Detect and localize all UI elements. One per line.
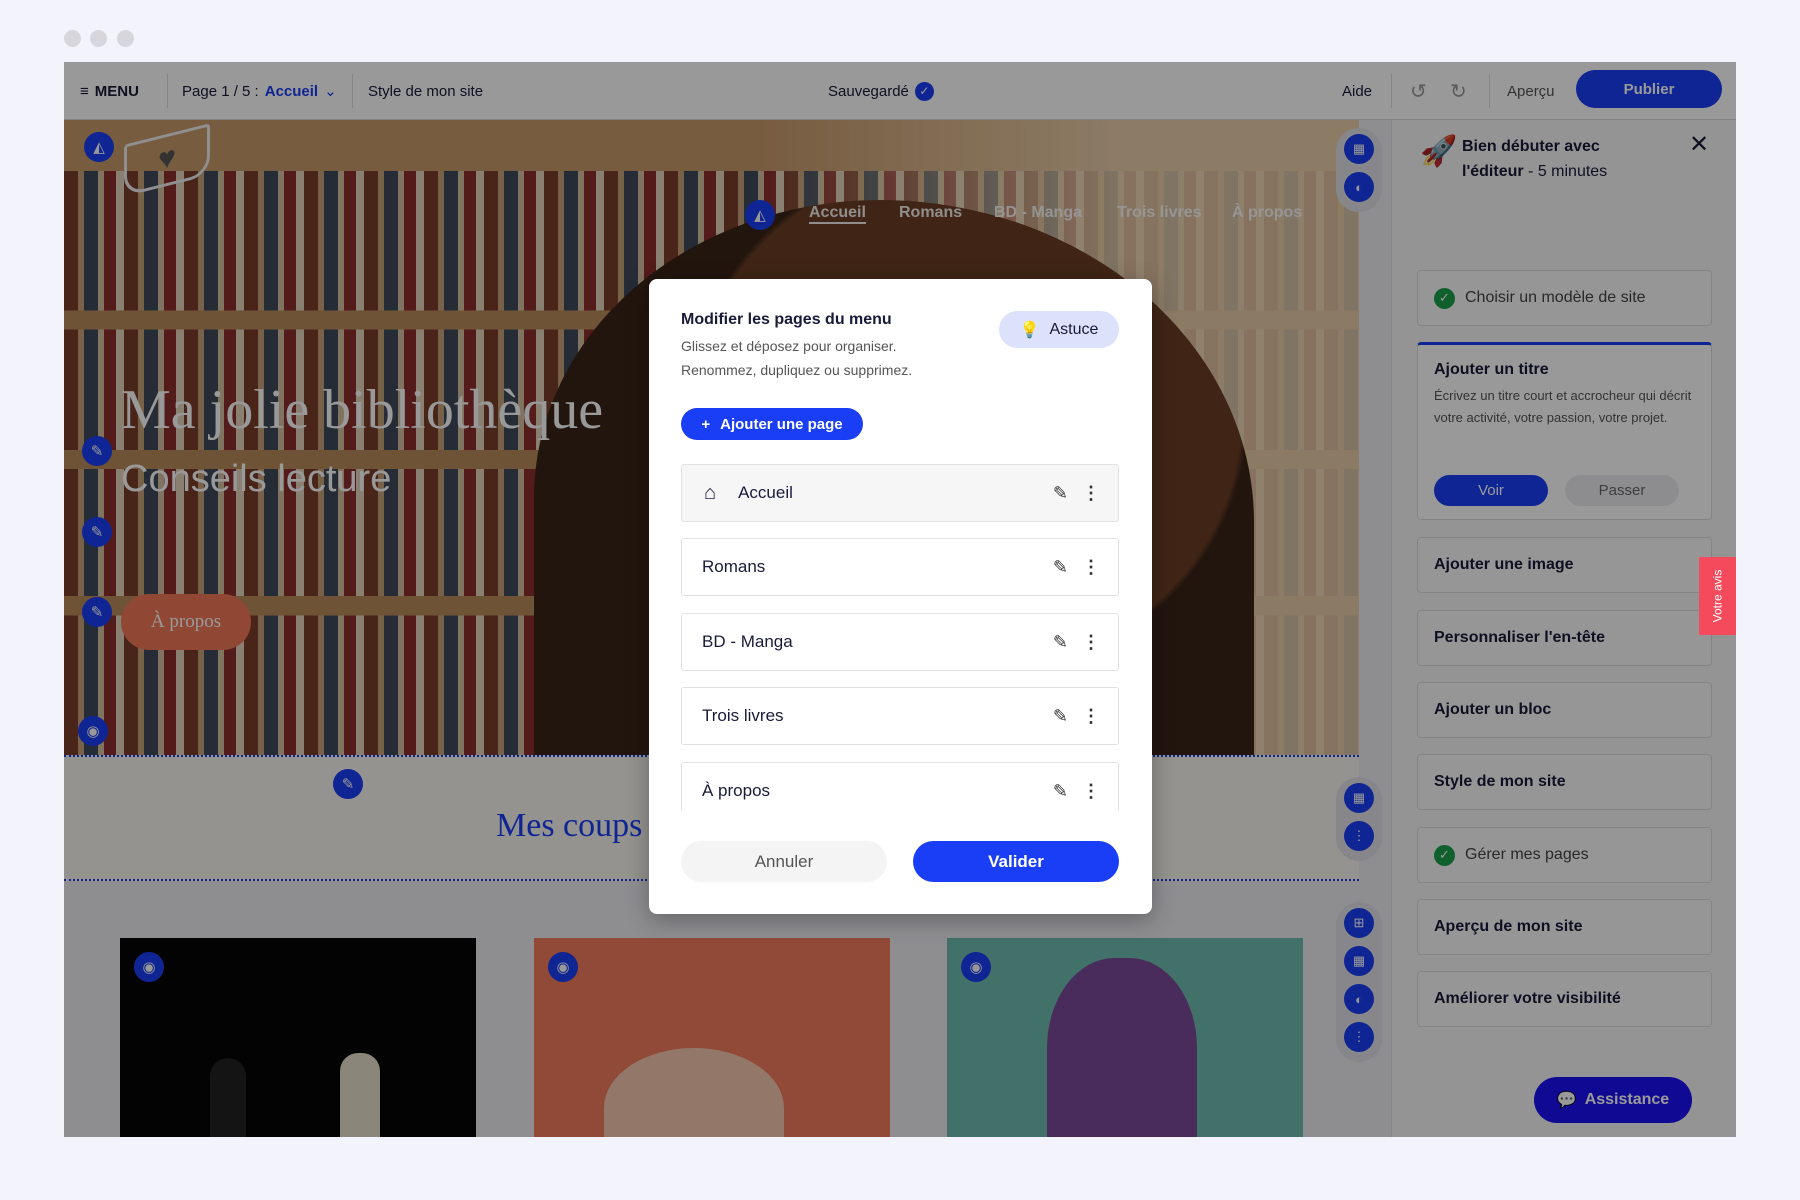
tip-button[interactable]: 💡 Astuce: [999, 311, 1119, 348]
window-dot: [117, 30, 134, 47]
more-icon[interactable]: ⋮: [1082, 706, 1100, 727]
page-row[interactable]: ⌂ Accueil ✎ ⋮: [681, 464, 1119, 522]
cancel-button[interactable]: Annuler: [681, 841, 887, 882]
more-icon[interactable]: ⋮: [1082, 557, 1100, 578]
plus-icon: +: [701, 415, 711, 433]
dialog-title: Modifier les pages du menu: [681, 311, 892, 328]
more-icon[interactable]: ⋮: [1082, 781, 1100, 802]
more-icon[interactable]: ⋮: [1082, 632, 1100, 653]
dialog-description: Renommez, dupliquez ou supprimez.: [681, 362, 913, 378]
pencil-icon[interactable]: ✎: [1053, 632, 1068, 653]
add-page-button[interactable]: + Ajouter une page: [681, 408, 863, 440]
dialog-description: Glissez et déposez pour organiser.: [681, 338, 897, 354]
page-row[interactable]: BD - Manga ✎ ⋮: [681, 613, 1119, 671]
pencil-icon[interactable]: ✎: [1053, 781, 1068, 802]
page-row[interactable]: Trois livres ✎ ⋮: [681, 687, 1119, 745]
pencil-icon[interactable]: ✎: [1053, 483, 1068, 504]
page-list: ⌂ Accueil ✎ ⋮ Romans ✎ ⋮ BD - Manga ✎ ⋮ Trois l…: [649, 464, 1152, 810]
confirm-button[interactable]: Valider: [913, 841, 1119, 882]
edit-menu-pages-dialog: Modifier les pages du menu Glissez et dé…: [649, 279, 1152, 914]
window-dot: [64, 30, 81, 47]
pencil-icon[interactable]: ✎: [1053, 557, 1068, 578]
feedback-tab[interactable]: Votre avis: [1699, 557, 1736, 635]
page-row[interactable]: À propos ✎ ⋮: [681, 762, 1119, 810]
home-icon: ⌂: [704, 481, 717, 504]
page-row[interactable]: Romans ✎ ⋮: [681, 538, 1119, 596]
pencil-icon[interactable]: ✎: [1053, 706, 1068, 727]
lightbulb-icon: 💡: [1019, 321, 1040, 339]
window-dot: [90, 30, 107, 47]
more-icon[interactable]: ⋮: [1082, 483, 1100, 504]
